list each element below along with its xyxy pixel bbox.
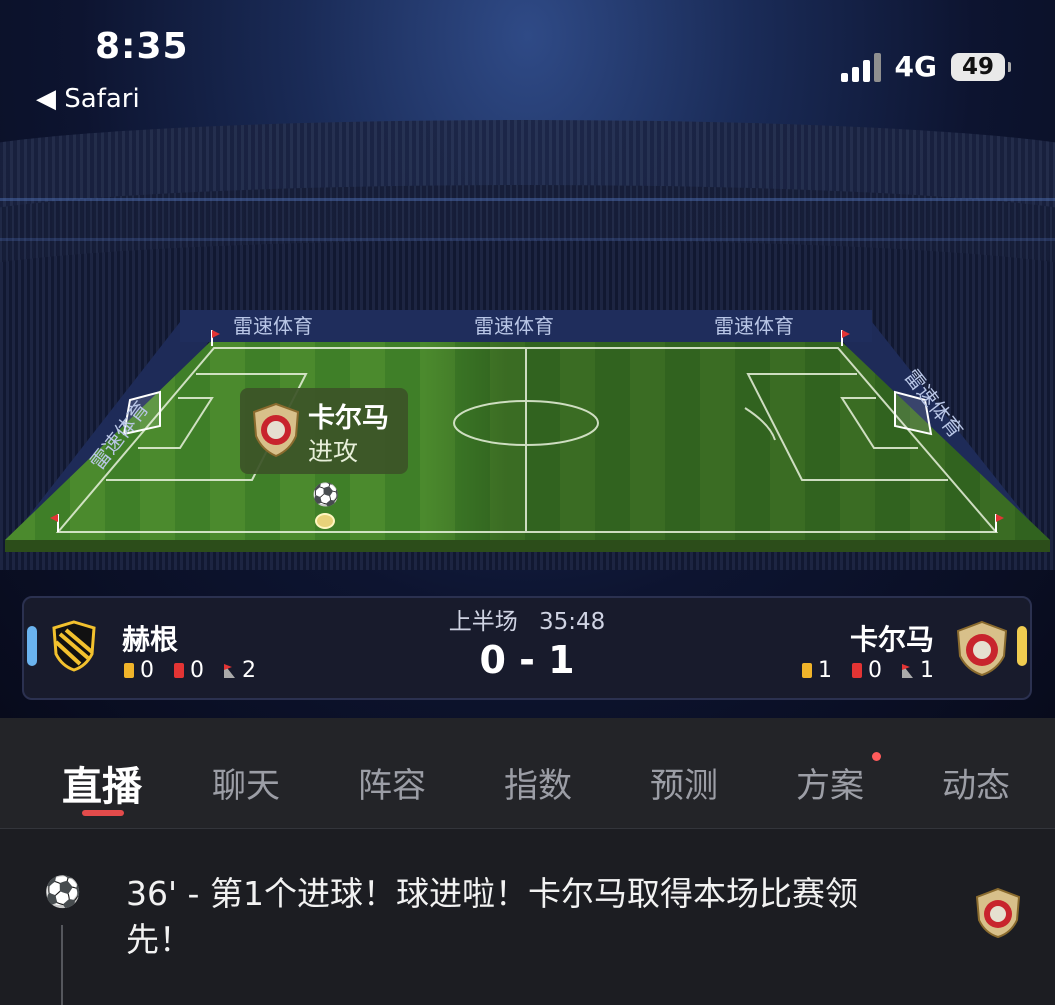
away-team-name: 卡尔马	[849, 623, 934, 656]
sponsor-board: 雷速体育	[233, 314, 313, 338]
stand-line	[0, 238, 1055, 241]
match-hero: 8:35 ◀ Safari 4G 49 雷速体育 雷速体育 雷速体育 雷速体育 …	[0, 0, 1055, 718]
period-label: 上半场	[448, 609, 518, 635]
timeline-line	[61, 925, 63, 1005]
kalmar-logo-icon	[252, 402, 300, 458]
match-clock: 35:48	[539, 609, 606, 635]
match-tabs: 直播 聊天 阵容 指数 预测 方案 动态	[0, 718, 1055, 829]
tab-live[interactable]: 直播	[62, 754, 142, 812]
football-icon: ⚽	[312, 483, 340, 508]
battery-icon: 49	[951, 52, 1011, 81]
tab-plans[interactable]: 方案	[796, 758, 864, 807]
football-pitch	[5, 310, 1050, 552]
away-stats: 1 0 1	[802, 658, 934, 683]
network-type: 4G	[894, 50, 937, 83]
status-indicators: 4G 49	[840, 50, 1011, 83]
away-yellow-count: 1	[818, 658, 832, 683]
back-to-safari[interactable]: ◀ Safari	[36, 84, 140, 114]
attack-team-name: 卡尔马	[308, 403, 389, 434]
tab-lineup[interactable]: 阵容	[358, 758, 426, 807]
status-time: 8:35	[95, 26, 189, 67]
pitch-area: 雷速体育 雷速体育 雷速体育 雷速体育 雷速体育	[0, 300, 1055, 570]
active-tab-indicator	[82, 810, 124, 816]
scoreboard: 赫根 0 0 2 上半场 35:48 0 - 1 卡尔马 1 0 1	[22, 596, 1032, 700]
football-icon: ⚽	[44, 875, 82, 910]
attack-indicator: 卡尔马 进攻	[240, 388, 408, 474]
stand-line	[0, 198, 1055, 201]
away-corner-count: 1	[920, 658, 934, 683]
tab-prediction[interactable]: 预测	[650, 758, 718, 807]
corner-flag-icon	[902, 663, 913, 678]
red-card-icon	[852, 663, 862, 678]
tab-odds[interactable]: 指数	[504, 758, 572, 807]
kalmar-logo-icon	[975, 887, 1021, 939]
notification-dot	[872, 752, 881, 761]
signal-icon	[840, 52, 881, 82]
attack-action-label: 进攻	[308, 437, 359, 466]
sponsor-board: 雷速体育	[714, 314, 794, 338]
feed-item-text: 36' - 第1个进球！球进啦！卡尔马取得本场比赛领先！	[126, 874, 858, 959]
tab-chat[interactable]: 聊天	[212, 758, 280, 807]
away-red-count: 0	[868, 658, 882, 683]
ball-position-marker	[315, 513, 335, 529]
live-feed: ⚽ 36' - 第1个进球！球进啦！卡尔马取得本场比赛领先！	[0, 829, 1055, 1005]
kalmar-logo-icon	[956, 620, 1008, 676]
sponsor-board: 雷速体育	[474, 314, 554, 338]
yellow-card-icon	[802, 663, 812, 678]
away-color-bar	[1017, 626, 1027, 666]
tab-news[interactable]: 动态	[942, 758, 1010, 807]
